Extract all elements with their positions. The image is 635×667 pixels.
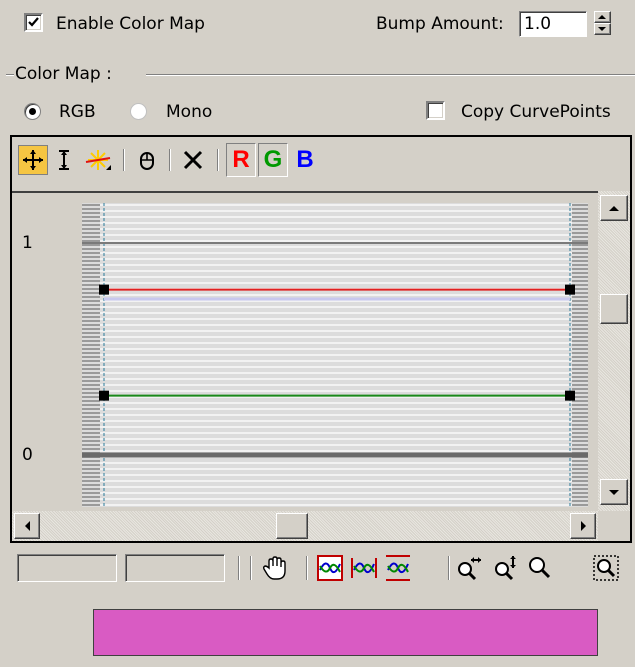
green-curve-start-point: [99, 390, 109, 401]
red-curve-start-point: [99, 284, 109, 295]
mono-label: Mono: [166, 102, 213, 122]
channel-r-button[interactable]: R: [226, 143, 256, 177]
scroll-up-icon: [609, 205, 619, 211]
zoom-vertical-icon: [495, 556, 516, 581]
bump-amount-value: 1.0: [524, 14, 552, 34]
scroll-down-button[interactable]: [600, 479, 628, 505]
scroll-left-icon: [24, 521, 30, 531]
toolbar-separator: [217, 149, 219, 171]
zoom-horizontal-button[interactable]: [453, 552, 485, 584]
y-label-bottom: 0: [22, 445, 33, 465]
group-line-right: [146, 74, 635, 76]
checkmark-icon: [28, 17, 39, 27]
copy-curvepoints-checkbox[interactable]: [426, 101, 445, 120]
radio-selected-dot: [29, 108, 36, 115]
zoom-button[interactable]: [524, 552, 556, 584]
curve-graph[interactable]: 1 0: [12, 191, 598, 511]
scroll-right-button[interactable]: [570, 513, 596, 539]
bump-amount-label: Bump Amount:: [376, 14, 504, 34]
red-curve-end-point: [565, 284, 575, 295]
green-curve-end-point: [565, 390, 575, 401]
vertical-scrollbar[interactable]: [598, 191, 630, 511]
color-map-group-label: Color Map :: [15, 64, 112, 84]
zoom-region-icon: [593, 555, 619, 581]
toolbar-separator: [448, 556, 450, 580]
toolbar-separator: [169, 149, 171, 171]
zoom-horizontal-extents-icon: [351, 558, 377, 578]
zoom-horizontal-icon: [458, 557, 481, 581]
move-tool-button[interactable]: [18, 145, 48, 175]
zoom-value-extents-button[interactable]: [382, 552, 414, 584]
zoom-extents-icon: [317, 555, 343, 581]
insert-point-icon: [85, 150, 111, 170]
group-line-left: [6, 74, 14, 76]
reset-curves-button[interactable]: [132, 145, 162, 175]
channel-b-label: B: [296, 146, 314, 173]
move-icon: [23, 150, 43, 170]
toolbar-separator: [238, 556, 240, 580]
scroll-up-button[interactable]: [600, 195, 628, 221]
horizontal-scrollbar[interactable]: [12, 511, 598, 541]
delete-point-icon: [183, 150, 203, 170]
bump-amount-spinner-down[interactable]: [594, 23, 611, 35]
zoom-vertical-button[interactable]: [490, 552, 522, 584]
scale-point-icon: [59, 150, 69, 170]
rgb-radio[interactable]: [24, 103, 41, 120]
zoom-horizontal-extents-button[interactable]: [348, 552, 380, 584]
color-preview-swatch: [93, 609, 598, 656]
zoom-value-extents-icon: [386, 555, 410, 581]
toolbar-separator: [250, 556, 252, 580]
y-label-top: 1: [22, 233, 33, 253]
spinner-up-icon: [598, 15, 606, 19]
scroll-right-icon: [580, 521, 586, 531]
channel-g-button[interactable]: G: [258, 143, 288, 177]
zoom-icon: [529, 557, 551, 579]
enable-color-map-label: Enable Color Map: [56, 14, 205, 34]
channel-b-button[interactable]: B: [290, 143, 320, 177]
mono-radio[interactable]: [130, 103, 147, 120]
reset-icon: [140, 152, 154, 170]
bump-amount-spinner-up[interactable]: [594, 11, 611, 23]
bump-amount-field[interactable]: 1.0: [519, 11, 587, 37]
curve-toolbar: R G B: [12, 137, 630, 189]
rgb-label: RGB: [59, 102, 96, 122]
curve-graph-canvas: [82, 203, 588, 507]
vertical-scroll-thumb[interactable]: [600, 294, 628, 324]
copy-curvepoints-label: Copy CurvePoints: [461, 102, 611, 122]
scrollbar-corner: [598, 511, 630, 541]
enable-color-map-checkbox[interactable]: [24, 13, 43, 32]
spinner-down-icon: [598, 27, 606, 31]
pan-icon: [262, 556, 286, 580]
channel-r-label: R: [232, 146, 250, 173]
zoom-region-button[interactable]: [590, 552, 622, 584]
scroll-down-icon: [609, 489, 619, 495]
scroll-left-button[interactable]: [14, 513, 40, 539]
channel-g-label: G: [263, 146, 283, 173]
scale-point-button[interactable]: [50, 145, 78, 175]
pan-button[interactable]: [258, 552, 292, 584]
toolbar-separator: [306, 556, 308, 580]
point-x-field[interactable]: [17, 554, 117, 582]
zoom-extents-button[interactable]: [314, 552, 346, 584]
insert-point-button[interactable]: [82, 145, 116, 175]
delete-point-button[interactable]: [178, 145, 208, 175]
toolbar-separator: [123, 149, 125, 171]
point-y-field[interactable]: [125, 554, 225, 582]
horizontal-scroll-thumb[interactable]: [276, 513, 308, 539]
